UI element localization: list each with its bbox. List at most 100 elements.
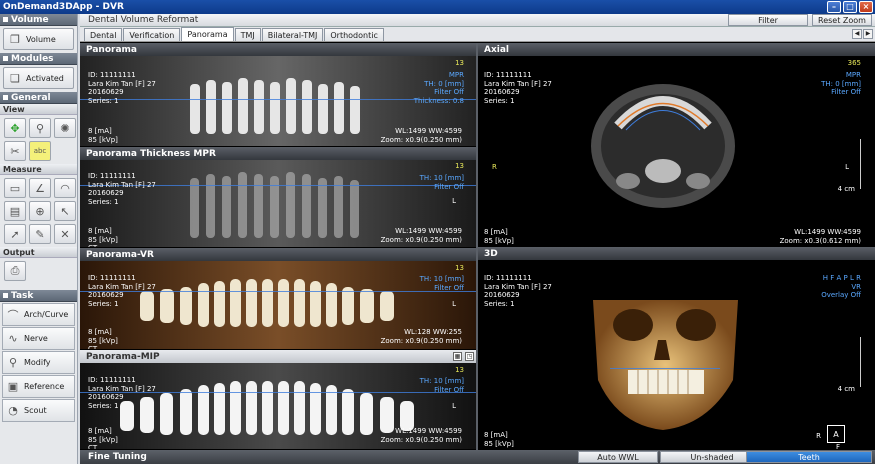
arch-icon: ⌒ xyxy=(7,308,19,322)
panorama-acq: 8 [mA] 85 [kVp] xyxy=(88,127,118,144)
panorama-title: Panorama xyxy=(80,43,476,56)
mip-viewport[interactable]: Panorama-MIP ▦ ◳ 13 ID: 11111111 Lara Ki… xyxy=(80,350,476,449)
module-toolbar: Dental Volume Reformat Filter Reset Zoom xyxy=(80,14,875,27)
task-nerve-button[interactable]: ∿ Nerve xyxy=(2,327,75,350)
task-header[interactable]: Task xyxy=(0,290,77,302)
minimize-icon[interactable]: – xyxy=(827,1,841,13)
filter-button[interactable]: Filter xyxy=(728,14,808,26)
mip-title: Panorama-MIP xyxy=(80,350,476,363)
teeth-button[interactable]: Teeth xyxy=(746,451,872,463)
axial-patient-info: ID: 11111111 Lara Kim Tan [F] 27 2016062… xyxy=(484,71,552,105)
tab-tmj[interactable]: TMJ xyxy=(234,28,261,41)
fine-tuning-label: Fine Tuning xyxy=(88,452,147,462)
threed-viewport[interactable]: 3D H F A P L R VR Overlay Off ID: 111111… xyxy=(478,247,875,449)
print-icon[interactable]: ⎙ xyxy=(4,261,26,281)
maximize-view-icon[interactable]: ◳ xyxy=(465,352,474,361)
left-panel: Volume ❐ Volume Modules ❏ Activated Gene… xyxy=(0,14,78,464)
tab-verification[interactable]: Verification xyxy=(123,28,181,41)
panorama-slice: 13 xyxy=(455,59,464,67)
tab-bilateral-tmj[interactable]: Bilateral-TMJ xyxy=(261,28,324,41)
close-icon[interactable]: × xyxy=(859,1,873,13)
move-icon[interactable]: ✥ xyxy=(4,118,26,138)
output-tools: ⎙ xyxy=(0,258,77,284)
layout-icon[interactable]: ▦ xyxy=(453,352,462,361)
mip-marker: L xyxy=(452,402,456,410)
view-label: View xyxy=(0,104,77,115)
scissors-icon[interactable]: ✂ xyxy=(4,141,26,161)
nerve-icon: ∿ xyxy=(8,332,18,345)
reset-zoom-button[interactable]: Reset Zoom xyxy=(812,14,872,26)
eraser-icon[interactable]: ✎ xyxy=(29,224,51,244)
zoom-icon[interactable]: ⚲ xyxy=(29,118,51,138)
tab-orthodontic[interactable]: Orthodontic xyxy=(324,28,384,41)
panorama-wl: WL:1499 WW:4599 Zoom: x0.9(0.250 mm) xyxy=(380,127,462,144)
panorama-viewport[interactable]: Panorama 13 ID: 11111111 Lara Kim Tan [F… xyxy=(80,43,476,146)
maximize-icon[interactable]: □ xyxy=(843,1,857,13)
threed-reference-line[interactable] xyxy=(610,368,720,369)
ruler-icon[interactable]: ▭ xyxy=(4,178,26,198)
delete-icon[interactable]: ✕ xyxy=(54,224,76,244)
auto-wwl-button[interactable]: Auto WWL xyxy=(578,451,658,463)
modify-icon: ⚲ xyxy=(8,356,18,369)
task-list: ⌒ Arch/Curve ∿ Nerve ⚲ Modify ▣ Reference ◔ S… xyxy=(0,303,77,422)
activated-button[interactable]: ❏ Activated xyxy=(3,67,74,89)
arrow-tool-icon[interactable]: ↖ xyxy=(54,201,76,221)
vr-acq: 8 [mA] 85 [kVp] CT xyxy=(88,328,118,349)
thickness-wl: WL:1499 WW:4599 Zoom: x0.9(0.250 mm) xyxy=(380,227,462,244)
axial-scale-bar xyxy=(860,139,861,189)
thickness-patient-info: ID: 11111111 Lara Kim Tan [F] 27 2016062… xyxy=(88,172,156,206)
orientation-cube[interactable]: A xyxy=(827,425,845,443)
reference-icon: ▣ xyxy=(7,380,19,393)
tab-next-icon[interactable]: ▶ xyxy=(863,29,873,39)
vr-viewport[interactable]: Panorama-VR 13 ID: 11111111 Lara Kim Tan… xyxy=(80,248,476,349)
vr-wl: WL:128 WW:255 Zoom: x0.9(0.250 mm) xyxy=(380,328,462,345)
area-icon[interactable]: ▤ xyxy=(4,201,26,221)
profile-icon[interactable]: ⊕ xyxy=(29,201,51,221)
output-label: Output xyxy=(0,247,77,258)
vr-title: Panorama-VR xyxy=(80,248,476,261)
fine-tuning-bar: Fine Tuning Auto WWL Un-shaded Teeth xyxy=(80,450,875,464)
protractor-icon[interactable]: ◠ xyxy=(54,178,76,198)
panorama-patient-info: ID: 11111111 Lara Kim Tan [F] 27 2016062… xyxy=(88,71,156,105)
tab-panorama[interactable]: Panorama xyxy=(181,27,234,41)
mip-slice: 13 xyxy=(455,366,464,374)
thickness-info: TH: 10 [mm] Filter Off xyxy=(419,174,464,191)
volume-header[interactable]: Volume xyxy=(0,14,77,26)
threed-patient-info: ID: 11111111 Lara Kim Tan [F] 27 2016062… xyxy=(484,274,552,308)
task-modify-button[interactable]: ⚲ Modify xyxy=(2,351,75,374)
thickness-title: Panorama Thickness MPR xyxy=(80,147,476,160)
scout-icon: ◔ xyxy=(8,404,18,417)
tab-prev-icon[interactable]: ◀ xyxy=(852,29,862,39)
cursor-icon[interactable]: ➚ xyxy=(4,224,26,244)
mip-info: TH: 10 [mm] Filter Off xyxy=(419,377,464,394)
orientation-left: R xyxy=(816,432,821,440)
measure-tools: ▭ ∠ ◠ ▤ ⊕ ↖ ➚ ✎ ✕ xyxy=(0,175,77,247)
orientation-bottom: F xyxy=(835,443,840,449)
measure-label: Measure xyxy=(0,164,77,175)
vr-slice: 13 xyxy=(455,264,464,272)
threed-scale: 4 cm xyxy=(837,385,855,393)
general-header[interactable]: General xyxy=(0,92,77,104)
task-arch-curve-button[interactable]: ⌒ Arch/Curve xyxy=(2,303,75,326)
thickness-acq: 8 [mA] 85 [kVp] CT xyxy=(88,227,118,247)
task-reference-button[interactable]: ▣ Reference xyxy=(2,375,75,398)
thickness-viewport[interactable]: Panorama Thickness MPR 13 ID: 11111111 L… xyxy=(80,147,476,247)
axial-viewport[interactable]: Axial 365 ID: 11111111 Lara Kim Tan [F] … xyxy=(478,43,875,246)
panorama-info: MPR TH: 0 [mm] Filter Off Thickness: 0.8 xyxy=(413,71,464,105)
annotation-icon[interactable]: abc xyxy=(29,141,51,161)
thickness-marker: L xyxy=(452,197,456,205)
axial-title: Axial xyxy=(478,43,875,56)
brightness-icon[interactable]: ✺ xyxy=(54,118,76,138)
volume-icon: ❐ xyxy=(10,32,20,46)
title-bar: OnDemand3DApp - DVR – □ × xyxy=(0,0,875,14)
angle-icon[interactable]: ∠ xyxy=(29,178,51,198)
axial-left-marker: R xyxy=(492,163,497,171)
tab-bar: Dental Verification Panorama TMJ Bilater… xyxy=(80,27,875,42)
modules-header[interactable]: Modules xyxy=(0,53,77,65)
mip-wl: WL:1499 WW:4599 Zoom: x0.9(0.250 mm) xyxy=(380,427,462,444)
main-area: Dental Volume Reformat Filter Reset Zoom… xyxy=(80,14,875,464)
mip-acq: 8 [mA] 85 [kVp] CT xyxy=(88,427,118,449)
volume-button[interactable]: ❐ Volume xyxy=(3,28,74,50)
tab-dental[interactable]: Dental xyxy=(84,28,123,41)
task-scout-button[interactable]: ◔ Scout xyxy=(2,399,75,422)
